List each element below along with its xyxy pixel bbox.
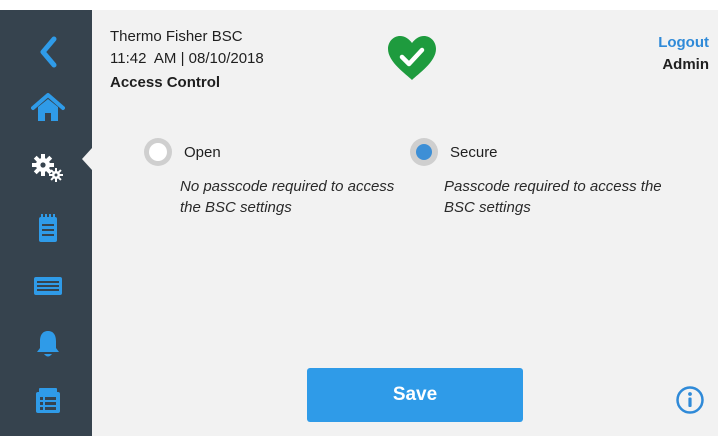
secure-radio-button[interactable] bbox=[410, 138, 438, 166]
info-icon[interactable] bbox=[675, 385, 705, 415]
open-radio-button[interactable] bbox=[144, 138, 172, 166]
notepad-icon bbox=[39, 214, 57, 242]
gears-icon bbox=[32, 154, 63, 182]
open-option-description: No passcode required to access the BSC s… bbox=[180, 178, 395, 216]
home-icon bbox=[31, 93, 65, 121]
logout-link[interactable]: Logout bbox=[658, 34, 709, 51]
chevron-left-icon bbox=[40, 36, 57, 68]
secure-option-description: Passcode required to access the BSC sett… bbox=[444, 178, 662, 216]
sidebar-item-alarms[interactable] bbox=[20, 324, 76, 364]
datetime-text: 11:42 AM | 08/10/2018 bbox=[110, 50, 264, 67]
open-radio-option[interactable]: Open bbox=[144, 138, 221, 166]
active-nav-pointer bbox=[82, 148, 92, 170]
sidebar-item-display[interactable] bbox=[20, 266, 76, 306]
device-name: Thermo Fisher BSC bbox=[110, 28, 243, 45]
report-list-icon bbox=[36, 388, 60, 413]
sidebar-item-reports[interactable] bbox=[20, 380, 76, 420]
sidebar-nav bbox=[0, 10, 92, 436]
sidebar-item-home[interactable] bbox=[20, 88, 76, 128]
save-button[interactable]: Save bbox=[307, 368, 523, 422]
display-panel-icon bbox=[34, 277, 62, 295]
main-content: Thermo Fisher BSC 11:42 AM | 08/10/2018 … bbox=[92, 10, 718, 436]
sidebar-item-log[interactable] bbox=[20, 208, 76, 248]
sidebar-item-settings[interactable] bbox=[20, 148, 76, 188]
app-frame: Thermo Fisher BSC 11:42 AM | 08/10/2018 … bbox=[0, 0, 718, 436]
secure-radio-option[interactable]: Secure bbox=[410, 138, 498, 166]
radio-unselected-indicator bbox=[149, 143, 167, 161]
open-option-label: Open bbox=[184, 143, 221, 161]
secure-option-label: Secure bbox=[450, 143, 498, 161]
back-button[interactable] bbox=[20, 32, 76, 72]
bell-icon bbox=[37, 331, 59, 357]
heart-check-icon bbox=[388, 36, 436, 80]
radio-selected-indicator bbox=[416, 144, 432, 160]
user-role-label: Admin bbox=[662, 56, 709, 73]
page-title: Access Control bbox=[110, 74, 221, 91]
